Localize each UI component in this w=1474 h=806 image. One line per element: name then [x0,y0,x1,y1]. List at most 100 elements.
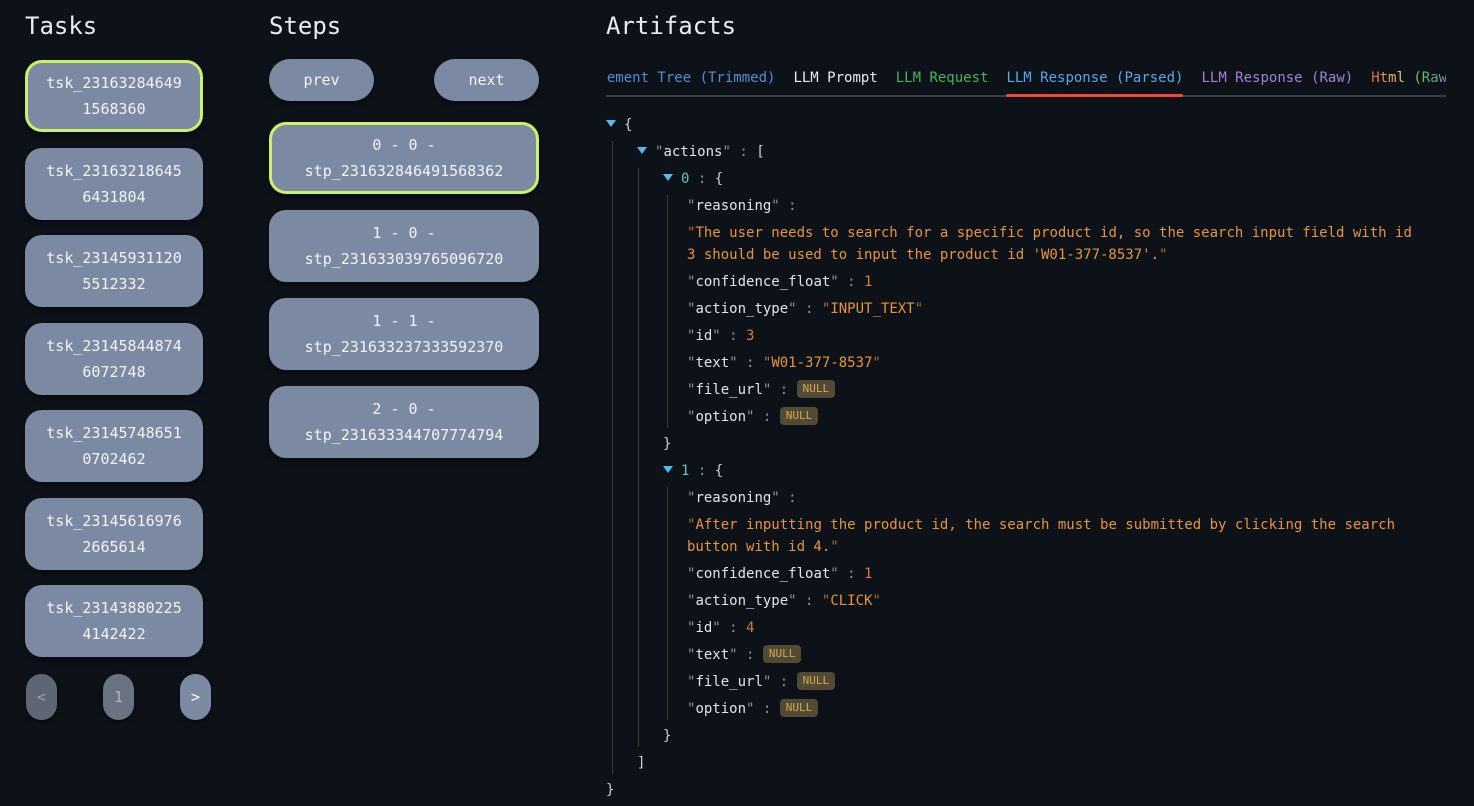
json-null-badge: NULL [780,699,819,717]
json-colon: : [721,328,746,344]
json-key: id [695,328,712,344]
step-button[interactable]: 2 - 0 - stp_231633344707774794 [269,386,539,458]
json-quote: " [830,539,838,555]
json-quote: " [729,355,737,371]
next-step-button[interactable]: next [434,59,539,101]
json-punct: [ [756,144,764,160]
json-row: } [639,725,1446,747]
step-button[interactable]: 1 - 1 - stp_231633237333592370 [269,298,539,370]
json-row: } [606,779,1446,801]
prev-step-button[interactable]: prev [269,59,374,101]
json-row: "text" : NULL [668,644,1446,666]
json-quote: " [763,355,771,371]
task-list: tsk_231632846491568360 tsk_23163218645643… [25,60,203,657]
json-key: confidence_float [695,274,830,290]
json-row: "option" : NULL [668,698,1446,720]
collapse-toggle-icon[interactable] [663,174,673,181]
json-colon: : [754,701,779,717]
json-string-value: After inputting the product id, the sear… [687,517,1395,555]
json-quote: " [830,566,838,582]
json-row: { [606,114,1446,136]
json-row: "confidence_float" : 1 [668,271,1446,293]
steps-panel: Steps prev next 0 - 0 - stp_231632846491… [269,12,539,474]
page-number-button[interactable]: 1 [103,674,134,720]
json-quote: " [822,593,830,609]
json-row: "After inputting the product id, the sea… [668,514,1446,558]
artifact-tab[interactable]: LLM Request [896,68,989,88]
artifacts-title: Artifacts [606,12,1446,40]
json-row: "reasoning" : [668,195,1446,217]
collapse-toggle-icon[interactable] [663,466,673,473]
json-key: text [695,647,729,663]
json-null-badge: NULL [797,380,836,398]
json-colon: : [771,674,796,690]
json-quote: " [915,301,923,317]
task-button[interactable]: tsk_231458448746072748 [25,323,203,395]
json-row: 0 : { [639,168,1446,190]
prev-page-button[interactable]: < [26,674,57,720]
step-nav: prev next [269,59,539,101]
json-quote: " [872,355,880,371]
task-button[interactable]: tsk_231632186456431804 [25,148,203,220]
json-row: } [639,433,1446,455]
step-list: 0 - 0 - stp_231632846491568362 1 - 0 - st… [269,122,539,458]
steps-title: Steps [269,12,539,40]
task-button[interactable]: tsk_231456169762665614 [25,498,203,570]
json-colon: : [754,409,779,425]
json-colon: : [771,382,796,398]
json-quote: " [722,144,730,160]
json-colon: : [797,593,822,609]
json-quote: " [872,593,880,609]
json-row: "reasoning" : [668,487,1446,509]
json-key: action_type [695,593,788,609]
json-number-value: 1 [864,274,872,290]
json-colon: : [738,647,763,663]
json-punct: { [715,171,723,187]
json-colon: : [797,301,822,317]
json-colon: : [738,355,763,371]
step-button[interactable]: 1 - 0 - stp_231633039765096720 [269,210,539,282]
artifact-tab[interactable]: Element Tree (Trimmed) [606,68,775,88]
json-key: action_type [695,301,788,317]
json-row: "The user needs to search for a specific… [668,222,1446,266]
json-string-value: CLICK [830,593,872,609]
json-punct: } [663,728,671,744]
collapse-toggle-icon[interactable] [606,120,616,127]
json-children: 0 : {"reasoning" : "The user needs to se… [638,168,1446,747]
step-button[interactable]: 0 - 0 - stp_231632846491568362 [269,122,539,194]
json-quote: " [712,328,720,344]
artifact-tab[interactable]: LLM Response (Parsed) [1006,68,1183,88]
json-quote: " [788,301,796,317]
json-quote: " [729,647,737,663]
artifact-tab[interactable]: Html (Raw) [1371,68,1446,88]
json-row: ] [613,752,1446,774]
json-row: "action_type" : "INPUT_TEXT" [668,298,1446,320]
task-button[interactable]: tsk_231457486510702462 [25,410,203,482]
json-row: "file_url" : NULL [668,379,1446,401]
next-page-button[interactable]: > [180,674,211,720]
json-row: 1 : { [639,460,1446,482]
task-button[interactable]: tsk_231632846491568360 [25,60,203,132]
app: { "colors": { "bg": "#0d1219", "panel-ti… [0,0,1474,800]
json-string-value: The user needs to search for a specific … [687,225,1412,263]
json-punct: ] [637,755,645,771]
json-key: file_url [695,382,762,398]
json-colon: : [731,144,756,160]
json-quote: " [830,274,838,290]
json-row: "option" : NULL [668,406,1446,428]
json-punct: { [715,463,723,479]
json-key: reasoning [695,490,771,506]
artifact-tab[interactable]: LLM Response (Raw) [1201,68,1353,88]
artifact-tab[interactable]: LLM Prompt [793,68,877,88]
json-key: option [695,701,746,717]
json-punct: } [606,782,614,798]
json-quote: " [687,517,695,533]
json-null-badge: NULL [763,645,802,663]
json-key: option [695,409,746,425]
task-button[interactable]: tsk_231459311205512332 [25,235,203,307]
json-row: "id" : 4 [668,617,1446,639]
tasks-title: Tasks [25,12,203,40]
collapse-toggle-icon[interactable] [637,147,647,154]
json-punct: { [624,117,632,133]
task-button[interactable]: tsk_231438802254142422 [25,585,203,657]
